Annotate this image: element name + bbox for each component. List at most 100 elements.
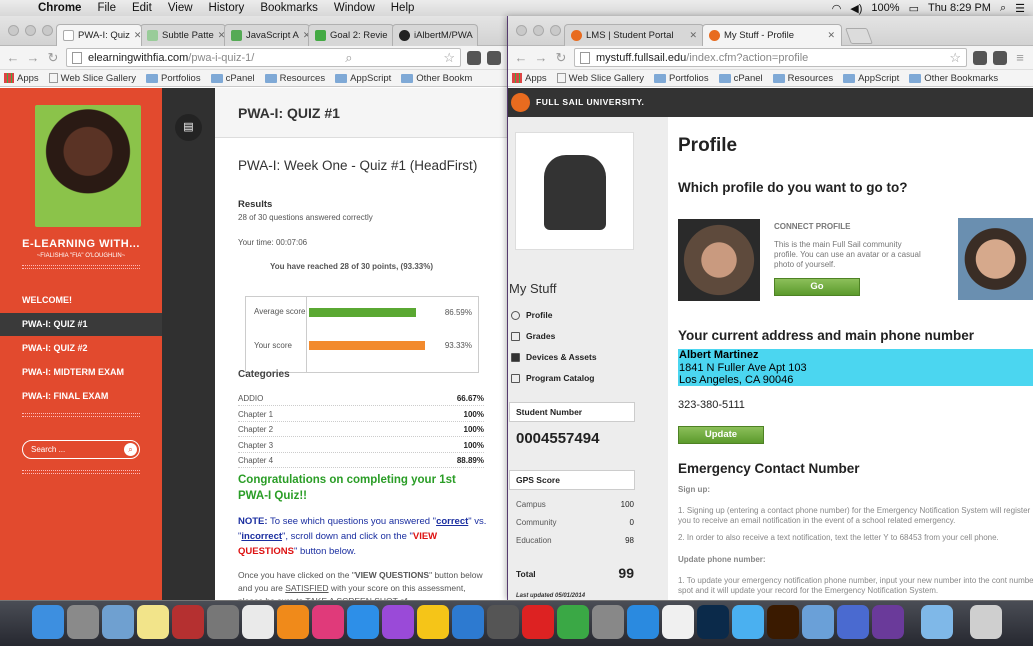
menu-bookmarks[interactable]: Bookmarks [252, 2, 326, 14]
new-tab-button[interactable] [845, 28, 873, 44]
keynote-icon[interactable] [837, 605, 869, 639]
site-search-input[interactable]: Search ... ⌕ [22, 440, 140, 459]
bookmark-cpanel[interactable]: cPanel [210, 73, 255, 84]
extension-icon[interactable] [973, 50, 987, 65]
bookmark-apps[interactable]: Apps [512, 73, 547, 84]
mail-icon[interactable] [802, 605, 834, 639]
incorrect-link[interactable]: incorrect [241, 531, 282, 542]
close-window-button[interactable] [516, 25, 527, 36]
bookmark-star-icon[interactable]: ☆ [949, 50, 961, 66]
ibooks-icon[interactable] [277, 605, 309, 639]
nav-devices[interactable]: Devices & Assets [511, 352, 597, 362]
correct-link[interactable]: correct [436, 516, 468, 527]
reload-icon[interactable]: ↻ [46, 50, 60, 66]
close-tab-icon[interactable]: ✕ [130, 30, 141, 41]
minimize-window-button[interactable] [25, 25, 36, 36]
safari-icon[interactable] [627, 605, 659, 639]
extension-icon[interactable] [487, 50, 501, 65]
photo-booth-icon[interactable] [172, 605, 204, 639]
extension-icon[interactable] [467, 50, 481, 65]
address-bar[interactable]: mystuff.fullsail.edu/index.cfm?action=pr… [574, 48, 967, 67]
search-icon[interactable]: ⌕ [124, 443, 137, 456]
site-title[interactable]: E-LEARNING WITH... [0, 238, 162, 250]
fullsail-brand[interactable]: FULL SAIL UNIVERSITY. [536, 97, 644, 107]
clock[interactable]: Thu 8:29 PM [928, 2, 991, 14]
back-icon[interactable]: ← [6, 50, 20, 65]
chrome-icon[interactable] [557, 605, 589, 639]
fullsail-logo-icon[interactable] [511, 93, 530, 112]
wifi-icon[interactable]: ◠ [832, 2, 842, 15]
bookmark-other[interactable]: Other Bookm [401, 73, 472, 84]
bookmark-appscript[interactable]: AppScript [335, 73, 391, 84]
finder-icon[interactable] [32, 605, 64, 639]
forward-icon[interactable]: → [26, 50, 40, 65]
messages-icon[interactable] [732, 605, 764, 639]
podcasts-icon[interactable] [382, 605, 414, 639]
textedit-icon[interactable] [242, 605, 274, 639]
tab-lms[interactable]: LMS | Student Portal ✕ [564, 24, 704, 46]
nav-grades[interactable]: Grades [511, 331, 555, 341]
downloads-folder-icon[interactable] [921, 605, 953, 639]
bookmark-cpanel[interactable]: cPanel [718, 73, 763, 84]
update-button[interactable]: Update [678, 426, 764, 444]
menu-help[interactable]: Help [383, 2, 423, 14]
menu-history[interactable]: History [201, 2, 253, 14]
menu-view[interactable]: View [160, 2, 201, 14]
image-capture-icon[interactable] [207, 605, 239, 639]
launchpad-icon[interactable] [67, 605, 99, 639]
menu-icon[interactable]: ≡ [1013, 50, 1027, 65]
xcode-icon[interactable] [452, 605, 484, 639]
github-icon[interactable] [872, 605, 904, 639]
minimize-window-button[interactable] [533, 25, 544, 36]
nav-midterm[interactable]: PWA-I: MIDTERM EXAM [0, 361, 162, 384]
bookmark-apps[interactable]: Apps [4, 73, 39, 84]
nav-quiz-1[interactable]: PWA-I: QUIZ #1 [0, 313, 162, 336]
bookmark-resources[interactable]: Resources [264, 73, 325, 84]
bookmark-appscript[interactable]: AppScript [843, 73, 899, 84]
volume-icon[interactable]: ◀) [850, 2, 862, 15]
go-button[interactable]: Go [774, 278, 860, 296]
bookmark-web-slice-gallery[interactable]: Web Slice Gallery [556, 73, 644, 84]
search-icon[interactable]: ⌕ [345, 50, 352, 66]
close-tab-icon[interactable]: ✕ [823, 30, 835, 41]
tab-javascript[interactable]: JavaScript A ✕ [224, 24, 310, 46]
menu-window[interactable]: Window [326, 2, 383, 14]
forward-icon[interactable]: → [534, 50, 548, 65]
bookmark-portfolios[interactable]: Portfolios [653, 73, 709, 84]
bookmark-other[interactable]: Other Bookmarks [909, 73, 998, 84]
norton-icon[interactable] [417, 605, 449, 639]
battery-icon[interactable]: ▭ [909, 2, 919, 15]
close-window-button[interactable] [8, 25, 19, 36]
bookmark-resources[interactable]: Resources [772, 73, 833, 84]
spotlight-icon[interactable]: ⌕ [1000, 2, 1006, 15]
preview-icon[interactable] [102, 605, 134, 639]
second-profile-photo[interactable] [958, 218, 1033, 300]
nav-welcome[interactable]: WELCOME! [0, 289, 162, 312]
creative-cloud-icon[interactable] [522, 605, 554, 639]
menu-app-name[interactable]: Chrome [30, 2, 89, 14]
nav-final[interactable]: PWA-I: FINAL EXAM [0, 385, 162, 408]
close-tab-icon[interactable]: ✕ [685, 30, 697, 41]
menu-edit[interactable]: Edit [124, 2, 160, 14]
connect-profile-photo[interactable] [678, 219, 760, 301]
app-store-icon[interactable] [347, 605, 379, 639]
zoom-window-button[interactable] [550, 25, 561, 36]
nav-profile[interactable]: Profile [511, 310, 552, 320]
trash-icon[interactable] [970, 605, 1002, 639]
tab-subtle-patterns[interactable]: Subtle Patte ✕ [140, 24, 226, 46]
menu-file[interactable]: File [89, 2, 124, 14]
sublime-text-icon[interactable] [487, 605, 519, 639]
bookmark-star-icon[interactable]: ☆ [443, 50, 455, 66]
nav-catalog[interactable]: Program Catalog [511, 373, 595, 383]
tab-my-stuff[interactable]: My Stuff - Profile ✕ [702, 24, 842, 46]
tab-goal-2[interactable]: Goal 2: Revie✕ [308, 24, 394, 46]
nav-quiz-2[interactable]: PWA-I: QUIZ #2 [0, 337, 162, 360]
tab-github[interactable]: iAlbertM/PWA [392, 24, 478, 46]
bookmark-web-slice-gallery[interactable]: Web Slice Gallery [48, 73, 136, 84]
notes-icon[interactable] [137, 605, 169, 639]
tab-pwa-quiz[interactable]: PWA-I: Quiz ✕ [56, 24, 142, 46]
photoshop-icon[interactable] [697, 605, 729, 639]
illustrator-icon[interactable] [767, 605, 799, 639]
itunes-icon[interactable] [312, 605, 344, 639]
address-bar[interactable]: elearningwithfia.com/pwa-i-quiz-1/ ⌕ ☆ [66, 48, 461, 67]
